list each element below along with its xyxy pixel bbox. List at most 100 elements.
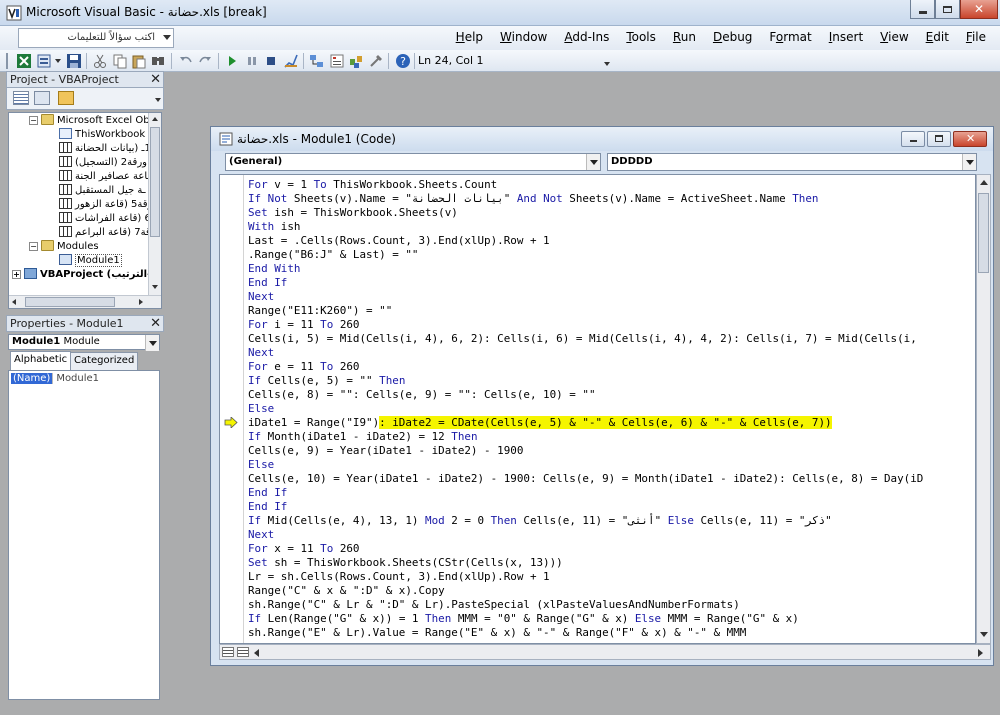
code-line[interactable]: Cells(e, 9) = Year(iDate1 - iDate2) - 19… <box>248 444 975 458</box>
full-module-view-icon[interactable] <box>237 647 249 657</box>
expand-icon[interactable]: + <box>12 270 21 279</box>
menu-debug[interactable]: Debug <box>704 30 760 44</box>
run-icon[interactable] <box>224 53 240 69</box>
undo-icon[interactable] <box>178 53 194 69</box>
toolbar-options-icon[interactable] <box>604 62 610 66</box>
tab-alphabetic[interactable]: Alphabetic <box>10 351 72 370</box>
scroll-right-icon[interactable] <box>139 299 143 305</box>
tree-node-sheet5[interactable]: رقة5 (قاعة الزهور <box>59 198 152 212</box>
chevron-down-icon[interactable] <box>145 335 159 351</box>
code-margin-indicator-bar[interactable] <box>220 175 244 643</box>
code-line[interactable]: Else <box>248 402 975 416</box>
tree-node-sheet7[interactable]: قة7 (قاعة البراعم <box>59 226 151 240</box>
tab-categorized[interactable]: Categorized <box>70 352 139 370</box>
tree-node-vbaproject-2[interactable]: + VBAProject (د-الترتيب <box>12 268 156 282</box>
code-line[interactable]: For e = 11 To 260 <box>248 360 975 374</box>
code-line[interactable]: End If <box>248 486 975 500</box>
menu-run[interactable]: Run <box>664 30 704 44</box>
menu-format[interactable]: Format <box>760 30 819 44</box>
vb-app-icon[interactable] <box>6 5 22 21</box>
code-line[interactable]: For i = 11 To 260 <box>248 318 975 332</box>
toolbar-grip[interactable] <box>6 53 8 69</box>
code-window-title-bar[interactable]: حضانة.xls - Module1 (Code) ✕ <box>211 127 993 151</box>
code-line[interactable]: Last = .Cells(Rows.Count, 3).End(xlUp).R… <box>248 234 975 248</box>
procedure-combo[interactable]: DDDDD <box>607 153 977 171</box>
tree-horizontal-scrollbar[interactable] <box>9 295 161 308</box>
toggle-folders-icon[interactable] <box>58 91 74 105</box>
save-icon[interactable] <box>66 53 82 69</box>
close-button[interactable]: ✕ <box>960 0 998 19</box>
close-icon[interactable]: ✕ <box>150 316 161 331</box>
code-line[interactable]: .Range("B6:J" & Last) = "" <box>248 248 975 262</box>
chevron-down-icon[interactable] <box>55 59 61 63</box>
code-line[interactable]: Else <box>248 458 975 472</box>
copy-icon[interactable] <box>112 53 128 69</box>
code-line[interactable]: End With <box>248 262 975 276</box>
code-line[interactable]: If Mid(Cells(e, 4), 13, 1) Mod 2 = 0 The… <box>248 514 975 528</box>
cut-icon[interactable] <box>92 53 108 69</box>
tree-vertical-scrollbar[interactable] <box>148 113 161 296</box>
tree-node-sheet2[interactable]: ورقة2 (التسجيل) <box>59 156 147 170</box>
code-restore-button[interactable] <box>927 131 951 147</box>
code-line[interactable]: Cells(e, 8) = "": Cells(e, 9) = "": Cell… <box>248 388 975 402</box>
design-mode-icon[interactable] <box>283 53 299 69</box>
scroll-down-icon[interactable] <box>152 285 158 289</box>
tree-node-sheet4[interactable]: ـة جيل المستقبل <box>59 184 146 198</box>
excel-icon[interactable] <box>16 53 32 69</box>
code-line[interactable]: Set sh = ThisWorkbook.Sheets(CStr(Cells(… <box>248 556 975 570</box>
menu-add-ins[interactable]: Add-Ins <box>555 30 617 44</box>
code-line[interactable]: If Cells(e, 5) = "" Then <box>248 374 975 388</box>
tree-node-sheet1[interactable]: ـ1ـ (بيانات الحضانة <box>59 142 154 156</box>
chevron-down-icon[interactable] <box>155 98 161 102</box>
scroll-up-icon[interactable] <box>152 117 158 121</box>
code-line[interactable]: For v = 1 To ThisWorkbook.Sheets.Count <box>248 178 975 192</box>
scroll-up-icon[interactable] <box>980 180 988 185</box>
toolbox-icon[interactable] <box>368 53 384 69</box>
collapse-icon[interactable]: − <box>29 242 38 251</box>
scroll-thumb[interactable] <box>978 193 989 273</box>
tree-node-excel-objects[interactable]: − Microsoft Excel Objec <box>29 114 161 128</box>
find-icon[interactable] <box>150 53 166 69</box>
code-line[interactable]: Cells(e, 10) = Year(iDate1 - iDate2) - 1… <box>248 472 975 486</box>
code-line[interactable]: If Not Sheets(v).Name = "بيانات الحضانة"… <box>248 192 975 206</box>
code-line[interactable]: Range("C" & x & ":D" & x).Copy <box>248 584 975 598</box>
property-row-name[interactable]: (Name) Module1 <box>11 373 159 387</box>
menu-window[interactable]: Window <box>491 30 555 44</box>
reset-icon[interactable] <box>263 53 279 69</box>
maximize-button[interactable] <box>935 0 960 19</box>
code-line[interactable]: Set ish = ThisWorkbook.Sheets(v) <box>248 206 975 220</box>
view-code-icon[interactable] <box>13 91 29 105</box>
tree-node-sheet6[interactable]: ـ6 (قاعة الفراشات <box>59 212 154 226</box>
minimize-button[interactable] <box>910 0 935 19</box>
object-browser-icon[interactable] <box>348 53 364 69</box>
chevron-down-icon[interactable] <box>586 154 600 170</box>
menu-file[interactable]: File <box>957 30 994 44</box>
properties-icon[interactable] <box>329 53 345 69</box>
chevron-down-icon[interactable] <box>163 35 171 40</box>
code-minimize-button[interactable] <box>901 131 925 147</box>
tree-node-modules[interactable]: − Modules <box>29 240 99 254</box>
redo-icon[interactable] <box>197 53 213 69</box>
property-value[interactable]: Module1 <box>52 373 99 384</box>
view-object-icon[interactable] <box>34 91 50 105</box>
code-line[interactable]: For x = 11 To 260 <box>248 542 975 556</box>
scroll-left-icon[interactable] <box>254 649 259 657</box>
code-horizontal-scrollbar[interactable] <box>219 644 991 660</box>
code-line[interactable]: iDate1 = Range("I9"): iDate2 = CDate(Cel… <box>248 416 975 430</box>
project-tree[interactable]: −Microsoft Excel Objec ThisWorkbook ـ1ـ … <box>8 112 162 309</box>
code-line[interactable]: sh.Range("C" & Lr & ":D" & Lr).PasteSpec… <box>248 598 975 612</box>
help-question-box[interactable]: اكتب سؤالاً للتعليمات <box>18 28 174 48</box>
tree-node-thisworkbook[interactable]: ThisWorkbook <box>59 128 145 142</box>
object-combo[interactable]: (General) <box>225 153 601 171</box>
help-icon[interactable]: ? <box>395 53 411 69</box>
menu-insert[interactable]: Insert <box>820 30 871 44</box>
project-explorer-icon[interactable] <box>309 53 325 69</box>
code-line[interactable]: End If <box>248 276 975 290</box>
paste-icon[interactable] <box>131 53 147 69</box>
scroll-left-icon[interactable] <box>12 299 16 305</box>
tree-node-sheet3[interactable]: قاعة عصافير الجنة <box>59 170 152 184</box>
code-line[interactable]: sh.Range("E" & Lr).Value = Range("E" & x… <box>248 626 975 640</box>
menu-edit[interactable]: Edit <box>917 30 957 44</box>
menu-help[interactable]: Help <box>447 30 491 44</box>
properties-object-combo[interactable]: Module1 Module <box>8 334 160 351</box>
